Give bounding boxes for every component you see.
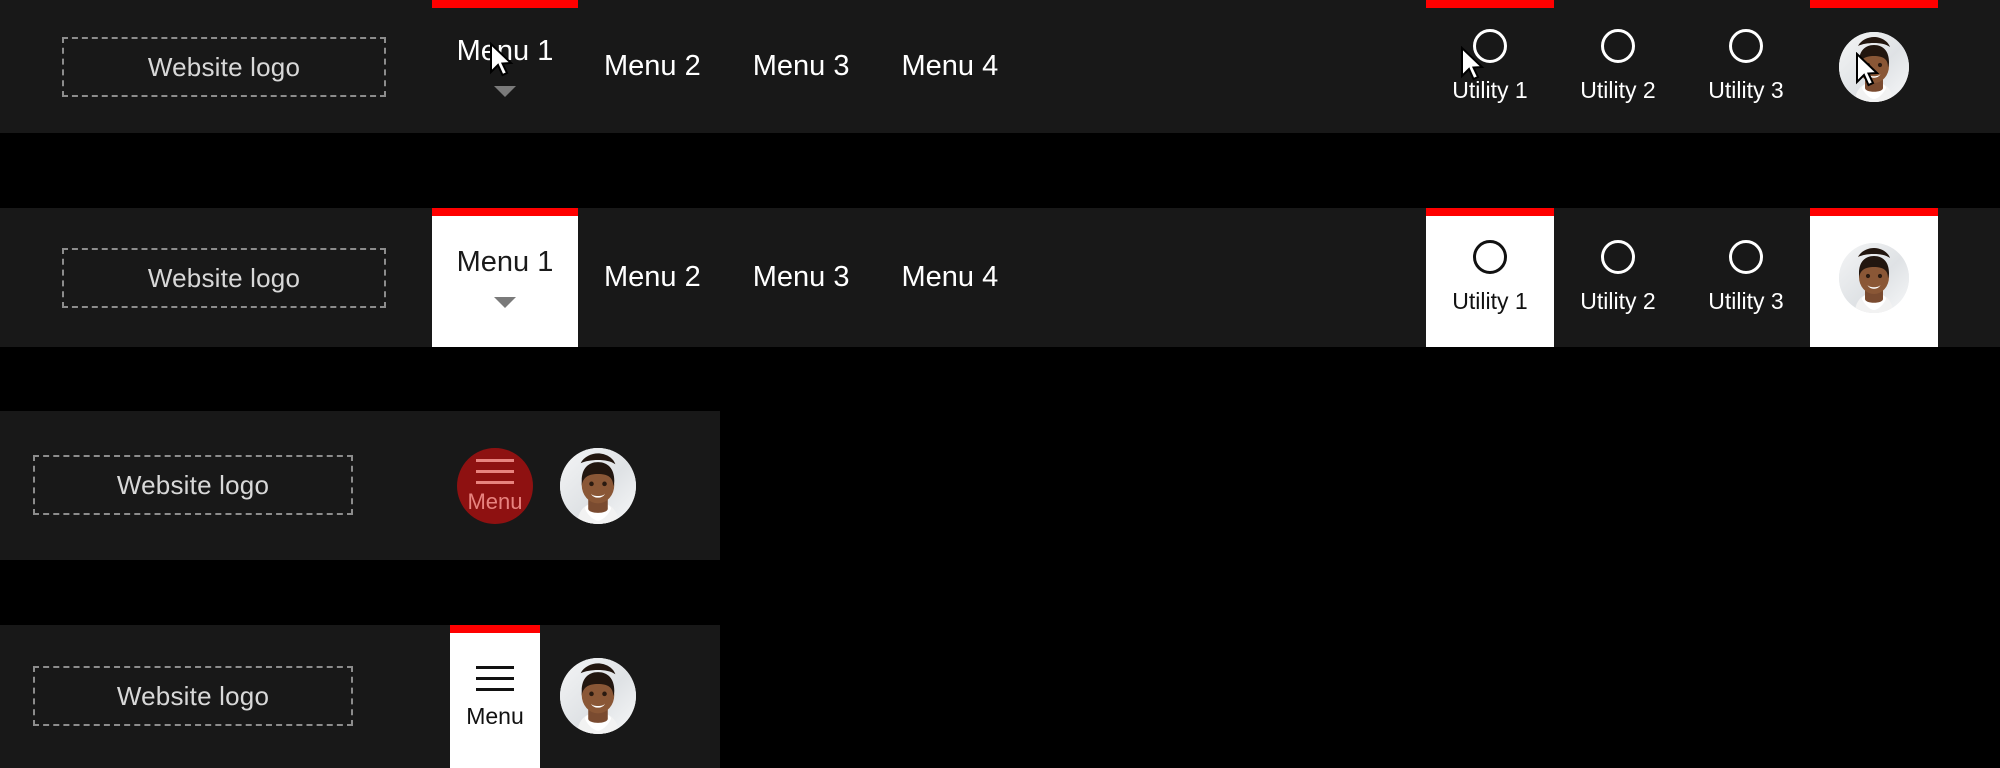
menu-item-label: Menu 4 [901, 261, 999, 293]
website-logo-label: Website logo [116, 680, 270, 711]
menu-item-menu-4[interactable]: Menu 4 [875, 0, 1024, 133]
circle-icon [1601, 240, 1635, 274]
menu-item-label: Menu 2 [604, 261, 701, 293]
circle-icon [1473, 29, 1507, 63]
menu-item-label: Menu 3 [752, 50, 850, 82]
avatar-button[interactable] [1810, 208, 1938, 347]
desktop-nav-default: Website logo Menu 1 Menu 2 Menu 3 Menu 4 [0, 0, 2000, 133]
active-indicator-bar [450, 625, 540, 633]
utility-item-utility-1[interactable]: Utility 1 [1426, 208, 1554, 347]
chevron-down-icon [494, 85, 516, 97]
active-indicator-bar [1810, 208, 1938, 216]
circle-icon [1473, 240, 1507, 274]
active-indicator-bar [1426, 0, 1554, 8]
menu-item-menu-2[interactable]: Menu 2 [578, 208, 727, 347]
utility-item-label: Utility 3 [1708, 288, 1784, 314]
utility-item-utility-3[interactable]: Utility 3 [1682, 208, 1810, 347]
circle-icon [1729, 240, 1763, 274]
mobile-nav-pressed: Website logo Menu [0, 411, 720, 560]
menu-item-menu-3[interactable]: Menu 3 [727, 208, 876, 347]
avatar-button[interactable] [1810, 0, 1938, 133]
website-logo-placeholder[interactable]: Website logo [62, 248, 386, 308]
utility-item-utility-1[interactable]: Utility 1 [1426, 0, 1554, 133]
utility-item-label: Utility 2 [1580, 77, 1656, 103]
menu-item-menu-2[interactable]: Menu 2 [578, 0, 727, 133]
chevron-down-icon [494, 296, 516, 308]
circle-icon [1729, 29, 1763, 63]
active-indicator-bar [1810, 0, 1938, 8]
avatar [1839, 242, 1909, 313]
menu-item-label: Menu 3 [752, 261, 850, 293]
mobile-menu-button[interactable]: Menu [457, 448, 533, 524]
hamburger-icon [476, 459, 514, 484]
website-logo-placeholder[interactable]: Website logo [62, 37, 386, 97]
website-logo-label: Website logo [147, 51, 301, 82]
hamburger-icon [476, 665, 514, 691]
utility-item-label: Utility 2 [1580, 288, 1656, 314]
website-logo-label: Website logo [116, 469, 270, 500]
mobile-menu-label: Menu [466, 702, 524, 729]
utility-item-utility-3[interactable]: Utility 3 [1682, 0, 1810, 133]
menu-item-label: Menu 4 [901, 50, 999, 82]
avatar [560, 448, 636, 524]
screenshot-stage: Website logo Menu 1 Menu 2 Menu 3 Menu 4 [0, 0, 2000, 768]
active-indicator-bar [432, 0, 578, 8]
utility-item-label: Utility 3 [1708, 77, 1784, 103]
website-logo-label: Website logo [147, 262, 301, 293]
utility-menu: Utility 1 Utility 2 Utility 3 [1426, 208, 1938, 347]
menu-item-menu-3[interactable]: Menu 3 [727, 0, 876, 133]
mobile-menu-button[interactable]: Menu [450, 625, 540, 768]
utility-item-utility-2[interactable]: Utility 2 [1554, 0, 1682, 133]
avatar-button[interactable] [560, 658, 636, 734]
menu-item-menu-1[interactable]: Menu 1 [432, 0, 578, 133]
primary-menu: Menu 1 Menu 2 Menu 3 Menu 4 [432, 0, 1024, 133]
mobile-menu-label: Menu [467, 489, 523, 514]
utility-item-label: Utility 1 [1452, 77, 1528, 103]
menu-item-menu-4[interactable]: Menu 4 [875, 208, 1024, 347]
utility-item-label: Utility 1 [1452, 288, 1528, 314]
utility-item-utility-2[interactable]: Utility 2 [1554, 208, 1682, 347]
avatar [1839, 31, 1909, 102]
utility-menu: Utility 1 Utility 2 Utility 3 [1426, 0, 1938, 133]
menu-item-label: Menu 1 [456, 34, 554, 67]
primary-menu: Menu 1 Menu 2 Menu 3 Menu 4 [432, 208, 1024, 347]
avatar [560, 658, 636, 734]
active-indicator-bar [432, 208, 578, 216]
mobile-nav-active: Website logo Menu [0, 625, 720, 768]
active-indicator-bar [1426, 208, 1554, 216]
circle-icon [1601, 29, 1635, 63]
website-logo-placeholder[interactable]: Website logo [33, 666, 353, 726]
menu-item-label: Menu 2 [604, 50, 701, 82]
avatar-button[interactable] [560, 448, 636, 524]
menu-item-label: Menu 1 [456, 245, 554, 278]
website-logo-placeholder[interactable]: Website logo [33, 455, 353, 515]
desktop-nav-hover: Website logo Menu 1 Menu 2 Menu 3 Menu 4 [0, 208, 2000, 347]
menu-item-menu-1[interactable]: Menu 1 [432, 208, 578, 347]
